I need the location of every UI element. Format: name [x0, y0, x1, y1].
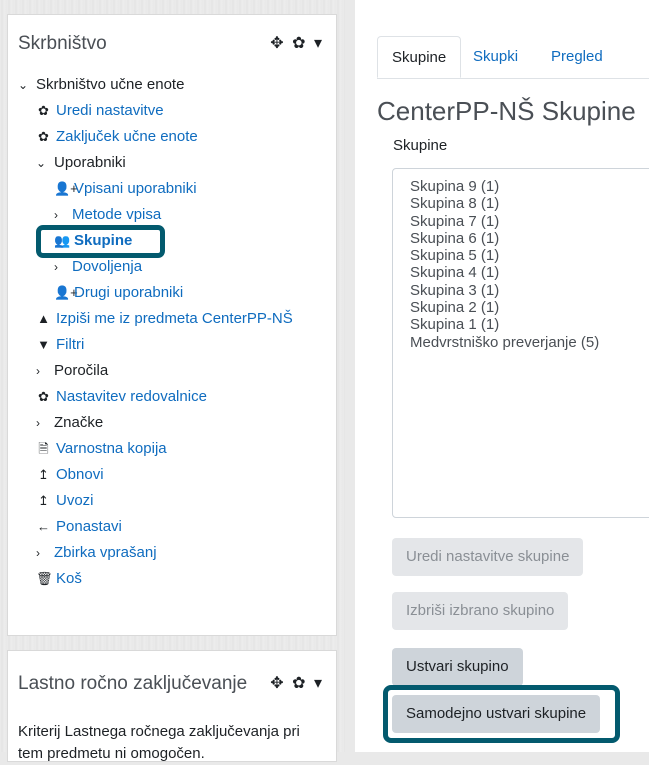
group-option[interactable]: Skupina 3 (1) — [410, 282, 649, 299]
tree-item-label[interactable]: Metode vpisa — [72, 206, 161, 223]
group-option[interactable]: Skupina 5 (1) — [410, 247, 649, 264]
tab-pregled[interactable]: Pregled — [537, 36, 617, 78]
chevron-down-icon[interactable]: ⌄ — [18, 72, 30, 98]
highlight-box-auto-create — [383, 685, 620, 743]
caret-down-icon[interactable]: ▾ — [314, 673, 324, 693]
group-option[interactable]: Medvrstniško preverjanje (5) — [410, 334, 649, 351]
tree-item-label[interactable]: Zbirka vprašanj — [54, 544, 157, 561]
tree-item-label[interactable]: Ponastavi — [56, 518, 122, 535]
chevron-right-icon[interactable]: › — [36, 410, 48, 436]
chevron-right-icon[interactable]: › — [36, 540, 48, 566]
group-option[interactable]: Skupina 2 (1) — [410, 299, 649, 316]
tree-item[interactable]: ✿ Zaključek učne enote — [18, 124, 328, 150]
highlight-box-skupine — [36, 225, 165, 258]
tree-item[interactable]: ▲ Izpiši me iz predmeta CenterPP-NŠ — [18, 306, 328, 332]
create-group-button[interactable]: Ustvari skupino — [392, 648, 523, 686]
tree-item-label[interactable]: Koš — [56, 570, 82, 587]
tree-item-label[interactable]: Uredi nastavitve — [56, 102, 164, 119]
tab-skupine[interactable]: Skupine — [377, 36, 462, 78]
edit-group-settings-button[interactable]: Uredi nastavitve skupine — [392, 538, 584, 576]
page-title: CenterPP-NŠ Skupine — [377, 96, 636, 126]
group-option[interactable]: Skupina 9 (1) — [410, 178, 649, 195]
tree-item[interactable]: › Značke — [18, 410, 328, 436]
administration-block: Skrbništvo ✥ ✿ ▾ ⌄ Skrbništvo učne enote ✿… — [7, 14, 337, 636]
tree-item[interactable]: 👤+Vpisani uporabniki — [18, 176, 328, 202]
tree-item[interactable]: ✿ Nastavitev redovalnice — [18, 384, 328, 410]
tree-item[interactable]: 🗎 Varnostna kopija — [18, 436, 328, 462]
tree-item-label[interactable]: Poročila — [54, 362, 108, 379]
main-content: Skupine Skupki Pregled CenterPP-NŠ Skupi… — [355, 0, 649, 752]
tree-item-icon: ← — [37, 519, 50, 534]
tree-item-icon: ✿ — [38, 103, 49, 118]
tree-item[interactable]: ▼ Filtri — [18, 332, 328, 358]
tree-item-label[interactable]: Filtri — [56, 336, 84, 353]
tree-item[interactable]: 🗑 Koš — [18, 566, 328, 592]
tree-item-label[interactable]: Dovoljenja — [72, 258, 142, 275]
delete-selected-group-button[interactable]: Izbriši izbrano skupino — [392, 592, 569, 630]
tree-item[interactable]: ↥ Uvozi — [18, 488, 328, 514]
tree-item-label[interactable]: Značke — [54, 414, 103, 431]
tree-item-label[interactable]: Drugi uporabniki — [74, 284, 183, 301]
tree-item-icon: 🗎 — [38, 441, 49, 456]
tree-item[interactable]: › Poročila — [18, 358, 328, 384]
tree-item[interactable]: › Zbirka vprašanj — [18, 540, 328, 566]
groups-label: Skupine — [393, 137, 448, 154]
administration-tree: ⌄ Skrbništvo učne enote ✿ Uredi nastavitve ✿… — [18, 72, 328, 592]
move-icon[interactable]: ✥ — [270, 673, 285, 693]
tree-item-label[interactable]: Vpisani uporabniki — [74, 180, 197, 197]
tree-item-icon: ✿ — [38, 389, 49, 404]
group-option[interactable]: Skupina 7 (1) — [410, 213, 649, 230]
caret-down-icon[interactable]: ▾ — [314, 33, 324, 53]
tree-item[interactable]: ⌄ Uporabniki — [18, 150, 328, 176]
gear-icon[interactable]: ✿ — [292, 33, 307, 53]
group-option[interactable]: Skupina 6 (1) — [410, 230, 649, 247]
tree-item-label[interactable]: Uporabniki — [54, 154, 126, 171]
tree-item[interactable]: ⌄ Skrbništvo učne enote — [18, 72, 328, 98]
tree-item-icon: 👤+ — [54, 181, 78, 196]
tree-item-label[interactable]: Obnovi — [56, 466, 104, 483]
tree-item-label[interactable]: Varnostna kopija — [56, 440, 167, 457]
tree-item-label[interactable]: Uvozi — [56, 492, 94, 509]
tree-item-label[interactable]: Nastavitev redovalnice — [56, 388, 207, 405]
tree-item-icon: 🗑 — [36, 571, 53, 586]
block-tools: ✥ ✿ ▾ — [270, 673, 324, 693]
gear-icon[interactable]: ✿ — [292, 673, 307, 693]
tree-item-label[interactable]: Skrbništvo učne enote — [36, 76, 184, 93]
block-tools: ✥ ✿ ▾ — [270, 33, 324, 53]
tree-item[interactable]: 👤+Drugi uporabniki — [18, 280, 328, 306]
tree-item-icon: ▼ — [37, 337, 50, 352]
self-completion-block: Lastno ročno zaključevanje ✥ ✿ ▾ Kriteri… — [7, 650, 337, 762]
move-icon[interactable]: ✥ — [270, 33, 285, 53]
tree-item-label[interactable]: Izpiši me iz predmeta CenterPP-NŠ — [56, 310, 293, 327]
tree-item-icon: ↥ — [38, 493, 49, 508]
group-option[interactable]: Skupina 1 (1) — [410, 316, 649, 333]
tree-item-icon: ↥ — [38, 467, 49, 482]
tree-item[interactable]: ← Ponastavi — [18, 514, 328, 540]
tree-item-icon: ▲ — [37, 311, 50, 326]
chevron-right-icon[interactable]: › — [36, 358, 48, 384]
tab-skupki[interactable]: Skupki — [459, 36, 532, 78]
tree-item[interactable]: ↥ Obnovi — [18, 462, 328, 488]
tree-item[interactable]: ✿ Uredi nastavitve — [18, 98, 328, 124]
group-option[interactable]: Skupina 8 (1) — [410, 195, 649, 212]
tab-bar: Skupine Skupki Pregled — [377, 36, 649, 79]
tree-item-icon: 👤+ — [54, 285, 78, 300]
tree-item-icon: ✿ — [38, 129, 49, 144]
tree-item-label[interactable]: Zaključek učne enote — [56, 128, 198, 145]
chevron-down-icon[interactable]: ⌄ — [36, 150, 48, 176]
group-option[interactable]: Skupina 4 (1) — [410, 264, 649, 281]
groups-select-list[interactable]: Skupina 9 (1) Skupina 8 (1) Skupina 7 (1) S… — [392, 168, 649, 518]
self-completion-text: Kriterij Lastnega ročnega zaključevanja … — [18, 723, 300, 762]
